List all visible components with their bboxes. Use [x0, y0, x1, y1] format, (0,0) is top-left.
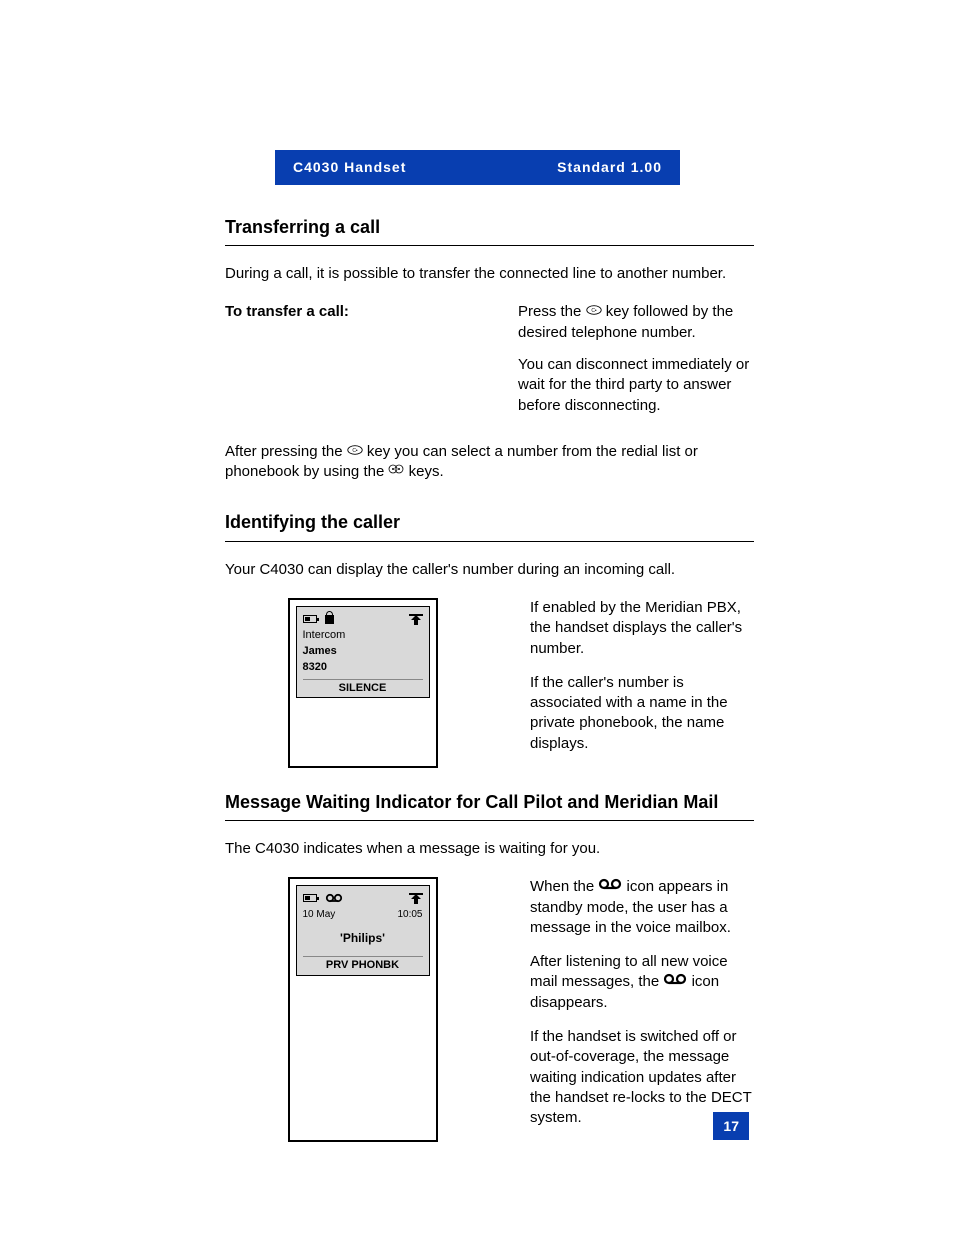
header-bar: C4030 Handset Standard 1.00 — [275, 150, 680, 185]
mwi-text: When the icon appears in standby mode, t… — [530, 877, 754, 1142]
recall-key-icon: C• — [347, 441, 363, 461]
mwi-p1: When the icon appears in standby mode, t… — [530, 877, 754, 938]
nav-keys-icon — [388, 461, 404, 481]
lcd-screenshot-mwi: 10 May 10:05 'Philips' PRV PHONBK — [288, 877, 438, 1142]
battery-icon — [303, 894, 317, 902]
svg-text:C•: C• — [591, 308, 597, 314]
lock-icon — [325, 615, 334, 624]
antenna-icon — [409, 613, 423, 625]
lcd-wrap-callerid: Intercom James 8320 SILENCE — [225, 598, 500, 768]
lcd-time: 10:05 — [397, 908, 422, 922]
lcd-date: 10 May — [303, 908, 336, 922]
callerid-p1: If enabled by the Meridian PBX, the hand… — [530, 598, 754, 659]
header-left: C4030 Handset — [293, 158, 406, 177]
transfer-intro: During a call, it is possible to transfe… — [225, 264, 754, 284]
mwi-intro: The C4030 indicates when a message is wa… — [225, 839, 754, 859]
lcd-softkey: SILENCE — [303, 679, 423, 696]
section-rule — [225, 541, 754, 542]
lcd-datetime: 10 May 10:05 — [303, 908, 423, 922]
transfer-steps: Press the C• key followed by the desired… — [518, 302, 754, 427]
transfer-step2: You can disconnect immediately or wait f… — [518, 355, 754, 416]
lcd-center-name: 'Philips' — [303, 930, 423, 946]
svg-text:C•: C• — [352, 448, 358, 454]
mwi-row: 10 May 10:05 'Philips' PRV PHONBK When t… — [225, 877, 754, 1142]
lcd-line-intercom: Intercom — [303, 628, 423, 643]
transfer-step1: Press the C• key followed by the desired… — [518, 302, 754, 343]
transfer-label: To transfer a call: — [225, 302, 500, 427]
page-number: 17 — [713, 1112, 749, 1140]
lcd-line-name: James — [303, 644, 423, 659]
callerid-text: If enabled by the Meridian PBX, the hand… — [530, 598, 754, 768]
header-right: Standard 1.00 — [557, 158, 662, 177]
callerid-intro: Your C4030 can display the caller's numb… — [225, 560, 754, 580]
document-page: C4030 Handset Standard 1.00 Transferring… — [0, 0, 954, 1218]
voicemail-icon — [325, 893, 343, 903]
transfer-note: After pressing the C• key you can select… — [225, 442, 754, 483]
lcd-screenshot-callerid: Intercom James 8320 SILENCE — [288, 598, 438, 768]
section-title-mwi: Message Waiting Indicator for Call Pilot… — [225, 790, 754, 814]
callerid-p2: If the caller's number is associated wit… — [530, 673, 754, 754]
mwi-p2: After listening to all new voice mail me… — [530, 952, 754, 1013]
antenna-icon — [409, 892, 423, 904]
callerid-row: Intercom James 8320 SILENCE If enabled b… — [225, 598, 754, 768]
transfer-step-row: To transfer a call: Press the C• key fol… — [225, 302, 754, 427]
section-title-callerid: Identifying the caller — [225, 510, 754, 534]
recall-key-icon: C• — [586, 301, 602, 321]
section-rule — [225, 820, 754, 821]
battery-icon — [303, 615, 317, 623]
lcd-softkey: PRV PHONBK — [303, 956, 423, 973]
lcd-status-row — [303, 611, 423, 627]
lcd-wrap-mwi: 10 May 10:05 'Philips' PRV PHONBK — [225, 877, 500, 1142]
section-title-transfer: Transferring a call — [225, 215, 754, 239]
lcd-status-row — [303, 890, 423, 906]
voicemail-icon — [663, 971, 687, 991]
section-rule — [225, 245, 754, 246]
voicemail-icon — [598, 876, 622, 896]
lcd-line-number: 8320 — [303, 660, 423, 675]
